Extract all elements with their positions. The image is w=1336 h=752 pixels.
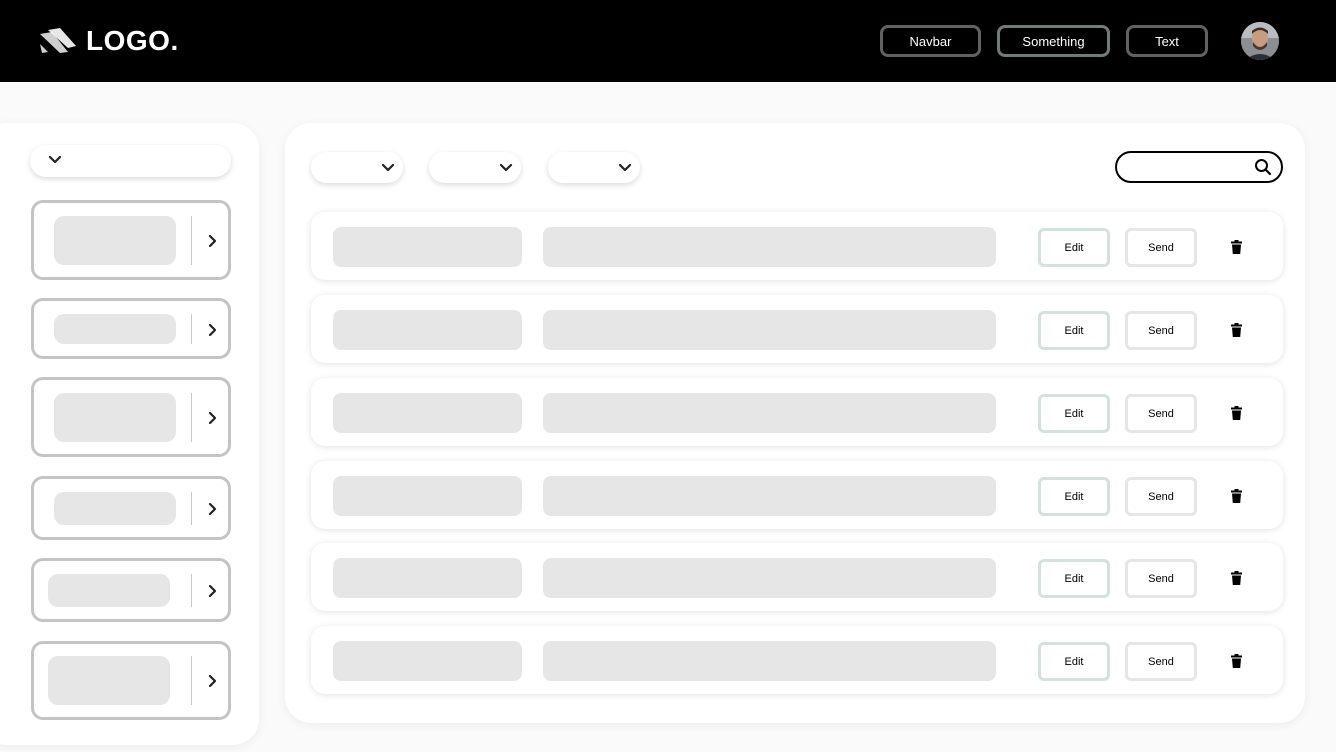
nav-button-something[interactable]: Something: [997, 25, 1110, 57]
table-row: Edit Send: [311, 378, 1283, 446]
edit-button[interactable]: Edit: [1038, 477, 1110, 516]
cell-placeholder: [333, 476, 522, 516]
cell-placeholder: [333, 558, 522, 598]
sidebar-card[interactable]: [31, 377, 231, 457]
sidebar-card-placeholder: [54, 314, 176, 344]
edit-button[interactable]: Edit: [1038, 311, 1110, 350]
chevron-right-icon: [208, 584, 217, 598]
cell-placeholder: [333, 641, 522, 681]
trash-icon[interactable]: [1231, 571, 1242, 585]
sidebar-card[interactable]: [31, 200, 231, 280]
table-row: Edit Send: [311, 543, 1283, 611]
sidebar-select[interactable]: [30, 145, 231, 177]
chevron-down-icon: [48, 155, 62, 164]
chevron-right-icon: [208, 323, 217, 337]
edit-button[interactable]: Edit: [1038, 394, 1110, 433]
cell-placeholder: [543, 227, 996, 267]
cell-placeholder: [543, 393, 996, 433]
cell-placeholder: [543, 310, 996, 350]
send-button[interactable]: Send: [1125, 311, 1197, 350]
chevron-down-icon: [499, 163, 513, 172]
sidebar-card[interactable]: [31, 476, 231, 540]
divider: [191, 574, 192, 607]
chevron-down-icon: [618, 163, 632, 172]
search-input[interactable]: [1129, 157, 1249, 177]
avatar[interactable]: [1241, 22, 1279, 60]
divider: [191, 216, 192, 265]
trash-icon[interactable]: [1231, 489, 1242, 503]
trash-icon[interactable]: [1231, 406, 1242, 420]
chevron-down-icon: [381, 163, 395, 172]
sidebar-card[interactable]: [31, 641, 231, 720]
nav-button-navbar[interactable]: Navbar: [880, 25, 981, 57]
chevron-right-icon: [208, 411, 217, 425]
divider: [191, 492, 192, 525]
chevron-right-icon: [208, 674, 217, 688]
divider: [191, 656, 192, 705]
table-row: Edit Send: [311, 626, 1283, 694]
logo-icon: [40, 28, 76, 53]
divider: [191, 393, 192, 442]
send-button[interactable]: Send: [1125, 559, 1197, 598]
edit-button[interactable]: Edit: [1038, 642, 1110, 681]
cell-placeholder: [543, 558, 996, 598]
sidebar-card-placeholder: [54, 492, 176, 525]
divider: [191, 314, 192, 344]
nav-button-text[interactable]: Text: [1126, 25, 1208, 57]
table-row: Edit Send: [311, 212, 1283, 280]
avatar-image: [1241, 22, 1279, 60]
sidebar-card-placeholder: [54, 393, 176, 442]
edit-button[interactable]: Edit: [1038, 228, 1110, 267]
table-row: Edit Send: [311, 295, 1283, 363]
cell-placeholder: [333, 310, 522, 350]
trash-icon[interactable]: [1231, 323, 1242, 337]
edit-button[interactable]: Edit: [1038, 559, 1110, 598]
table-row: Edit Send: [311, 461, 1283, 529]
trash-icon[interactable]: [1231, 654, 1242, 668]
sidebar-card-placeholder: [48, 656, 170, 705]
cell-placeholder: [333, 393, 522, 433]
top-navbar: LOGO. Navbar Something Text: [0, 0, 1336, 82]
trash-icon[interactable]: [1231, 240, 1242, 254]
sidebar-card[interactable]: [31, 558, 231, 622]
send-button[interactable]: Send: [1125, 642, 1197, 681]
chevron-right-icon: [208, 234, 217, 248]
logo[interactable]: LOGO.: [38, 24, 179, 58]
send-button[interactable]: Send: [1125, 477, 1197, 516]
search-icon[interactable]: [1254, 158, 1272, 176]
sidebar-card-placeholder: [48, 574, 170, 607]
logo-text: LOGO.: [86, 25, 179, 56]
cell-placeholder: [543, 476, 996, 516]
sidebar-card-placeholder: [54, 216, 176, 265]
chevron-right-icon: [208, 502, 217, 516]
send-button[interactable]: Send: [1125, 394, 1197, 433]
sidebar-card[interactable]: [31, 298, 231, 359]
search-box: [1115, 151, 1283, 183]
cell-placeholder: [543, 641, 996, 681]
send-button[interactable]: Send: [1125, 228, 1197, 267]
cell-placeholder: [333, 227, 522, 267]
